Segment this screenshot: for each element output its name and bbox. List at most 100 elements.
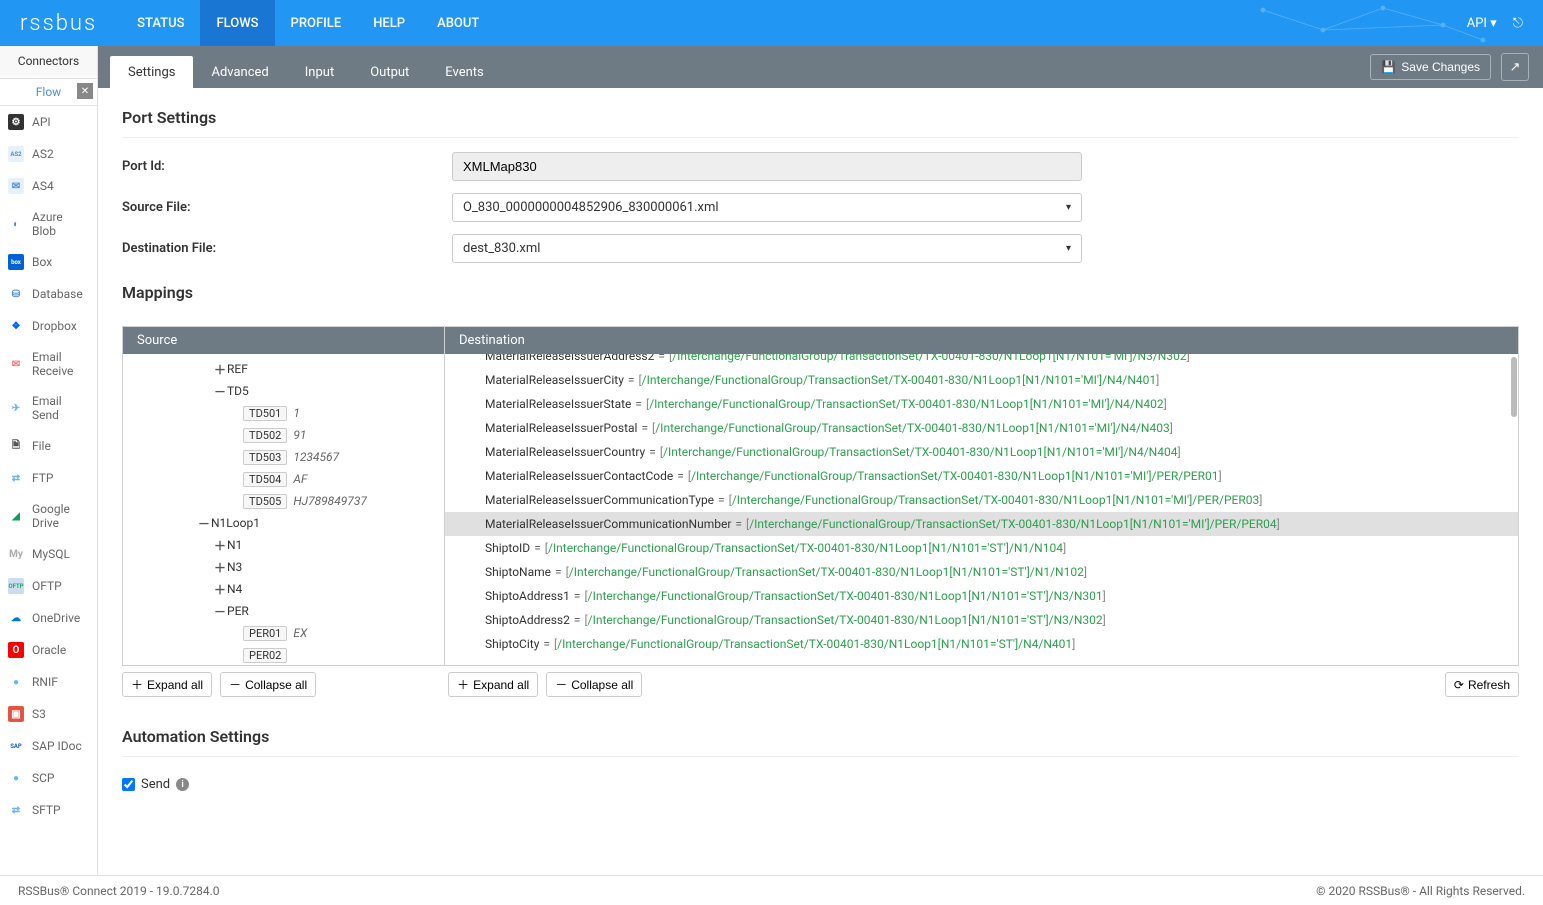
subtab-settings[interactable]: Settings <box>110 56 193 88</box>
close-icon[interactable]: ✕ <box>77 83 93 99</box>
bracket-close: ] <box>1187 354 1190 363</box>
dest-row[interactable]: ShiptoAddress2 = [/Interchange/Functiona… <box>445 608 1518 632</box>
tree-row[interactable]: TD504AF <box>123 468 444 490</box>
collapse-icon[interactable]: － <box>213 383 227 400</box>
topnav-flows[interactable]: FLOWS <box>200 0 274 46</box>
save-changes-button[interactable]: 💾 Save Changes <box>1370 54 1491 80</box>
connector-box[interactable]: boxBox <box>0 246 97 278</box>
connector-rnif[interactable]: ●RNIF <box>0 666 97 698</box>
connector-scp[interactable]: ●SCP <box>0 762 97 794</box>
connector-file[interactable]: 🗎File <box>0 430 97 462</box>
topnav-status[interactable]: STATUS <box>121 0 200 46</box>
dest-row[interactable]: ShiptoID = [/Interchange/FunctionalGroup… <box>445 536 1518 560</box>
tree-node-value: 1234567 <box>293 450 339 464</box>
expand-icon[interactable]: ＋ <box>213 559 227 576</box>
expand-icon[interactable]: ＋ <box>213 537 227 554</box>
dest-row[interactable]: MaterialReleaseIssuerContactCode = [/Int… <box>445 464 1518 488</box>
dest-row[interactable]: ShiptoCity = [/Interchange/FunctionalGro… <box>445 632 1518 656</box>
api-menu[interactable]: API ▾ <box>1467 16 1497 31</box>
collapse-icon[interactable]: － <box>213 603 227 620</box>
dest-key: MaterialReleaseIssuerAddress2 <box>485 354 654 363</box>
tree-row[interactable]: －PER <box>123 600 444 622</box>
source-tree[interactable]: ＋REF－TD5TD5011TD50291TD5031234567TD504AF… <box>123 354 444 665</box>
connector-label: MySQL <box>32 547 70 561</box>
connector-azure-blob[interactable]: ◐Azure Blob <box>0 202 97 246</box>
tree-row[interactable]: ＋REF <box>123 358 444 380</box>
dest-row[interactable]: ShiptoName = [/Interchange/FunctionalGro… <box>445 560 1518 584</box>
destination-list[interactable]: MaterialReleaseIssuerAddress2 = [/Interc… <box>445 354 1518 665</box>
logout-icon[interactable]: ⎋ <box>1513 16 1523 31</box>
dest-row[interactable]: MaterialReleaseIssuerCommunicationType =… <box>445 488 1518 512</box>
connector-dropbox[interactable]: ❖Dropbox <box>0 310 97 342</box>
collapse-icon[interactable]: － <box>197 515 211 532</box>
connector-google-drive[interactable]: ◢Google Drive <box>0 494 97 538</box>
connector-mysql[interactable]: My MySQL <box>0 538 97 570</box>
tree-node-value: EX <box>293 626 307 640</box>
dest-file-select[interactable]: dest_830.xml▾ <box>452 234 1082 263</box>
tree-row[interactable]: PER01EX <box>123 622 444 644</box>
connector-onedrive[interactable]: ☁OneDrive <box>0 602 97 634</box>
bracket-close: ] <box>1259 493 1262 507</box>
dest-row[interactable]: ShiptoAddress1 = [/Interchange/Functiona… <box>445 584 1518 608</box>
connector-icon: My <box>8 546 24 562</box>
dest-collapse-all-button[interactable]: －Collapse all <box>546 672 642 697</box>
connector-oracle[interactable]: OOracle <box>0 634 97 666</box>
connector-icon: ❖ <box>8 318 24 334</box>
connector-label: Google Drive <box>32 502 89 530</box>
tree-row[interactable]: TD50291 <box>123 424 444 446</box>
connector-as4[interactable]: ✉AS4 <box>0 170 97 202</box>
refresh-button[interactable]: ⟳Refresh <box>1445 672 1519 697</box>
source-collapse-all-button[interactable]: －Collapse all <box>220 672 316 697</box>
scrollbar-thumb[interactable] <box>1511 357 1517 417</box>
bracket-close: ] <box>1103 589 1106 603</box>
connector-as2[interactable]: AS2AS2 <box>0 138 97 170</box>
dest-row[interactable]: MaterialReleaseIssuerAddress2 = [/Interc… <box>445 354 1518 368</box>
send-checkbox-row[interactable]: Send i <box>122 777 189 792</box>
tree-row[interactable]: －N1Loop1 <box>123 512 444 534</box>
tree-row[interactable]: ＋N1 <box>123 534 444 556</box>
dest-row[interactable]: MaterialReleaseIssuerCountry = [/Interch… <box>445 440 1518 464</box>
connector-label: OneDrive <box>32 611 80 625</box>
subtab-input[interactable]: Input <box>287 56 352 88</box>
dest-path: /Interchange/FunctionalGroup/Transaction… <box>588 613 1103 627</box>
dest-row[interactable]: MaterialReleaseIssuerPostal = [/Intercha… <box>445 416 1518 440</box>
dest-row[interactable]: MaterialReleaseIssuerState = [/Interchan… <box>445 392 1518 416</box>
tree-row[interactable]: TD5031234567 <box>123 446 444 468</box>
connector-icon: OFTP <box>8 578 24 594</box>
subtab-events[interactable]: Events <box>427 56 501 88</box>
dest-row[interactable]: MaterialReleaseIssuerCity = [/Interchang… <box>445 368 1518 392</box>
connector-ftp[interactable]: ⇄FTP <box>0 462 97 494</box>
connector-s3[interactable]: ▣S3 <box>0 698 97 730</box>
tree-row[interactable]: PER02 <box>123 644 444 665</box>
tree-row[interactable]: TD5011 <box>123 402 444 424</box>
tree-row[interactable]: TD505HJ789849737 <box>123 490 444 512</box>
tree-row[interactable]: －TD5 <box>123 380 444 402</box>
connector-email-send[interactable]: ✈Email Send <box>0 386 97 430</box>
topnav-profile[interactable]: PROFILE <box>275 0 358 46</box>
source-expand-all-button[interactable]: ＋Expand all <box>122 672 212 697</box>
sidebar-tab-connectors[interactable]: Connectors <box>0 46 97 78</box>
source-file-select[interactable]: O_830_0000000004852906_830000061.xml▾ <box>452 193 1082 222</box>
connector-database[interactable]: ⛁Database <box>0 278 97 310</box>
dest-path: /Interchange/FunctionalGroup/Transaction… <box>569 565 1084 579</box>
sidebar-flow-header[interactable]: Flow ✕ <box>0 79 97 106</box>
connector-sap-idoc[interactable]: SAPSAP IDoc <box>0 730 97 762</box>
connector-oftp[interactable]: OFTPOFTP <box>0 570 97 602</box>
subtab-output[interactable]: Output <box>352 56 427 88</box>
tree-row[interactable]: ＋N3 <box>123 556 444 578</box>
tree-row[interactable]: ＋N4 <box>123 578 444 600</box>
send-checkbox[interactable] <box>122 778 135 791</box>
info-icon[interactable]: i <box>176 778 189 791</box>
tree-node-label: TD504 <box>243 472 287 487</box>
topnav-about[interactable]: ABOUT <box>421 0 495 46</box>
dest-row[interactable]: MaterialReleaseIssuerCommunicationNumber… <box>445 512 1518 536</box>
subtab-advanced[interactable]: Advanced <box>193 56 286 88</box>
dest-expand-all-button[interactable]: ＋Expand all <box>448 672 538 697</box>
connector-sftp[interactable]: ⇄SFTP <box>0 794 97 826</box>
expand-icon[interactable]: ＋ <box>213 361 227 378</box>
connector-api[interactable]: ⚙API <box>0 106 97 138</box>
topnav-help[interactable]: HELP <box>357 0 421 46</box>
expand-icon[interactable]: ＋ <box>213 581 227 598</box>
open-external-icon[interactable]: ↗ <box>1501 53 1529 81</box>
connector-email-receive[interactable]: ✉Email Receive <box>0 342 97 386</box>
